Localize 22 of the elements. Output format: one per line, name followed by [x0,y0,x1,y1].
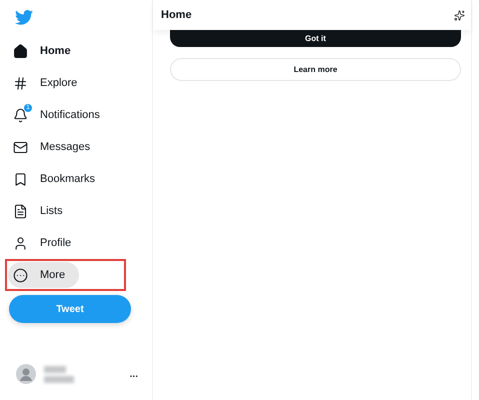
blurred-name [44,366,74,382]
nav-item[interactable]: Lists [8,198,77,224]
hash-icon [13,76,28,90]
nav-item[interactable]: Profile [8,230,86,256]
nav-item[interactable]: More [8,262,80,288]
nav-item[interactable]: Messages [8,134,104,160]
bird-logo-icon[interactable] [15,10,33,25]
nav-item[interactable]: Bookmarks [8,166,110,192]
sparkle-icon[interactable] [454,10,465,20]
house-icon [13,44,28,58]
nav-item[interactable]: Explore [8,70,92,96]
nav-item[interactable]: Home [8,38,85,64]
document-icon [13,204,28,218]
envelope-icon [13,140,28,154]
ellipsis-circle-icon [13,268,28,282]
bookmark-icon [13,172,28,186]
avatar-icon[interactable] [16,364,36,384]
page-title: Home [161,9,192,21]
learn-more-button[interactable]: Learn more [170,58,461,81]
got-it-button[interactable]: Got it [170,30,461,47]
person-icon [13,236,28,250]
more-menu-button[interactable]: ... [130,368,138,380]
